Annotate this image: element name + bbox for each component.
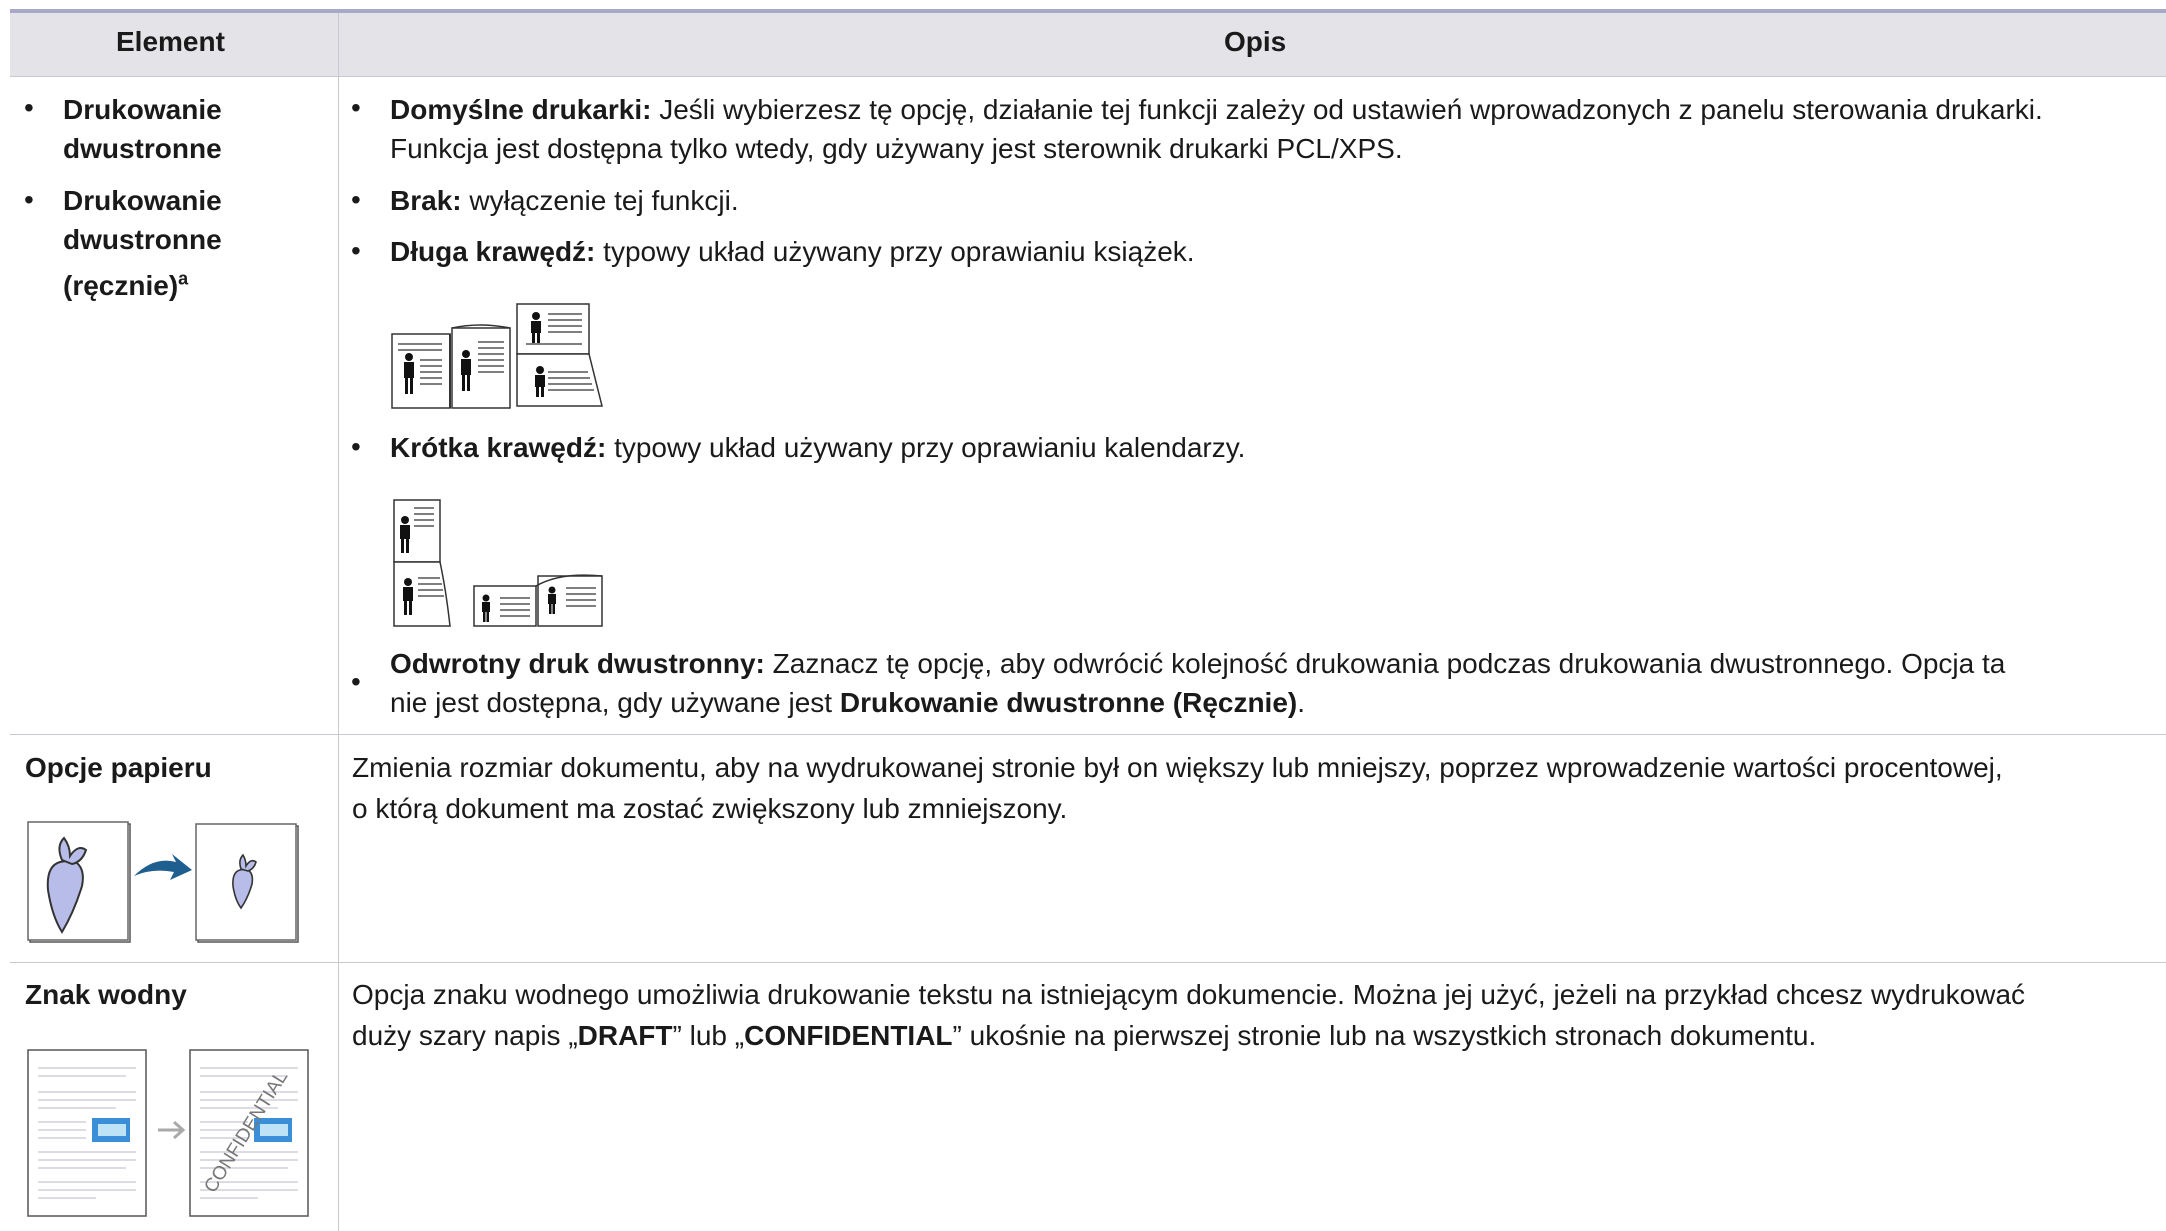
watermark-desc: Opcja znaku wodnego umożliwia drukowanie…	[352, 979, 2026, 1010]
row-divider	[10, 962, 2166, 963]
paper-options-desc-cont: o którą dokument ma zostać zwiększony lu…	[352, 793, 1068, 824]
row-title-watermark: Znak wodny	[25, 979, 187, 1010]
option-short-edge: Krótka krawędź: typowy układ używany prz…	[390, 432, 1246, 463]
row-title-paper-options: Opcje papieru	[25, 752, 212, 783]
carrot-scale-icon	[27, 821, 299, 943]
column-header-desc: Opis	[1224, 26, 1287, 57]
option-reverse-duplex: Odwrotny druk dwustronny: Zaznacz tę opc…	[390, 648, 2006, 679]
row-divider	[10, 734, 2166, 735]
item-duplex-line1: Drukowanie	[63, 94, 222, 125]
paper-options-desc: Zmienia rozmiar dokumentu, aby na wydruk…	[352, 752, 2003, 783]
item-manual-duplex-line3: (ręcznie)a	[63, 268, 189, 301]
bullet: •	[351, 666, 361, 697]
bullet: •	[351, 235, 361, 266]
watermark-desc-cont: duży szary napis „DRAFT” lub „CONFIDENTI…	[352, 1020, 1817, 1051]
item-manual-duplex-line2: dwustronne	[63, 224, 222, 255]
column-divider	[338, 13, 339, 1231]
column-header-element: Element	[116, 26, 225, 57]
option-long-edge: Długa krawędź: typowy układ używany przy…	[390, 236, 1195, 267]
booklet-long-edge-icon	[391, 303, 603, 409]
booklet-short-edge-icon	[393, 499, 603, 627]
option-default-cont: Funkcja jest dostępna tylko wtedy, gdy u…	[390, 133, 1403, 164]
bullet: •	[351, 184, 361, 215]
watermark-icon: CONFIDENTIAL	[27, 1049, 309, 1217]
item-manual-duplex-line1: Drukowanie	[63, 185, 222, 216]
bullet: •	[24, 92, 34, 123]
bullet: •	[351, 92, 361, 123]
bullet: •	[351, 431, 361, 462]
table-header	[10, 13, 2166, 76]
item-duplex-line2: dwustronne	[63, 133, 222, 164]
option-none: Brak: wyłączenie tej funkcji.	[390, 185, 739, 216]
footnote-mark: a	[178, 268, 189, 289]
bullet: •	[24, 184, 34, 215]
header-divider	[10, 76, 2166, 77]
option-reverse-duplex-cont: nie jest dostępna, gdy używane jest Druk…	[390, 687, 1306, 718]
option-default: Domyślne drukarki: Jeśli wybierzesz tę o…	[390, 94, 2043, 125]
